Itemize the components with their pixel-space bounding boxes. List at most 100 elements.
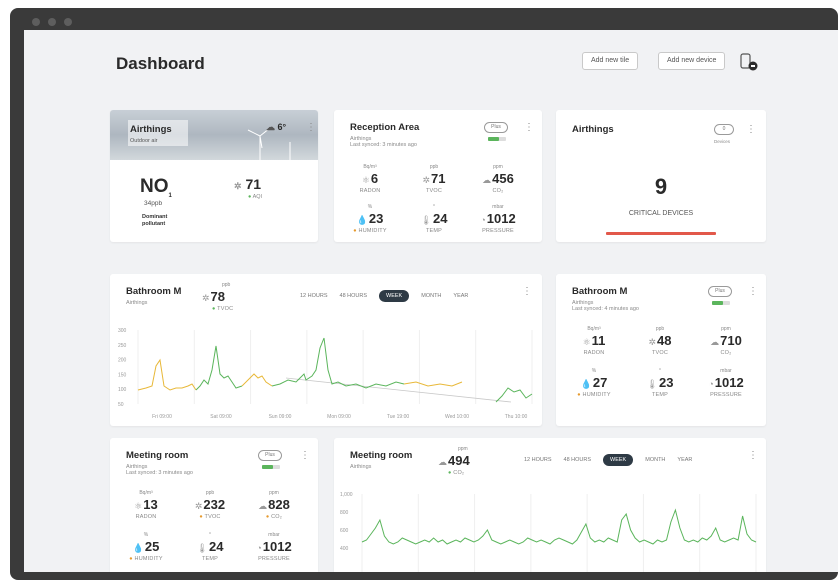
tab-48-hours[interactable]: 48 HOURS bbox=[340, 293, 368, 299]
meeting-chart-card[interactable]: Meeting room Airthings ppm ☁494 ● CO₂ 12… bbox=[334, 438, 766, 572]
close-dot-icon[interactable] bbox=[32, 18, 40, 26]
sensor-humidity-metric: % 💧25 ● HUMIDITY bbox=[118, 532, 174, 562]
metric-value: 25 bbox=[144, 539, 160, 554]
pollutant-value: 34ppb bbox=[144, 200, 163, 207]
bathroom-sensor-card[interactable]: Bathroom M Airthings Last synced: 4 minu… bbox=[556, 274, 766, 426]
metric-unit: Bq/m³ bbox=[587, 326, 601, 332]
y-tick-label: 800 bbox=[340, 510, 349, 516]
tab-12-hours[interactable]: 12 HOURS bbox=[524, 457, 552, 463]
meeting-room-card[interactable]: Meeting room Airthings Last synced: 3 mi… bbox=[110, 438, 318, 572]
x-tick-label: Wed 10:00 bbox=[445, 414, 469, 420]
tab-week[interactable]: WEEK bbox=[379, 290, 410, 302]
tvoc-icon: ✲ bbox=[194, 501, 203, 511]
x-tick-label: Tue 19:00 bbox=[387, 414, 410, 420]
radon-icon: ⚛ bbox=[361, 175, 370, 185]
sensor-pressure-metric: mbar ◔1012 PRESSURE bbox=[246, 532, 302, 562]
tab-48-hours[interactable]: 48 HOURS bbox=[564, 457, 592, 463]
metric-value: 78 bbox=[210, 289, 226, 304]
aqi-icon: ✲ bbox=[234, 181, 242, 191]
tab-year[interactable]: YEAR bbox=[453, 293, 468, 299]
tab-week[interactable]: WEEK bbox=[603, 454, 634, 466]
y-tick-label: 200 bbox=[118, 358, 127, 364]
metric-label: CO₂ bbox=[453, 470, 465, 476]
bathroom-plan-pill: Plus bbox=[708, 286, 732, 297]
y-tick-label: 1,000 bbox=[340, 492, 353, 498]
co-icon: ☁ bbox=[710, 337, 720, 347]
radon-icon: ⚛ bbox=[134, 501, 143, 511]
tab-12-hours[interactable]: 12 HOURS bbox=[300, 293, 328, 299]
metric-value: 456 bbox=[492, 171, 514, 186]
user-settings-icon[interactable] bbox=[740, 52, 758, 72]
tvoc-series-green-2 bbox=[271, 337, 405, 389]
y-tick-label: 400 bbox=[340, 546, 349, 552]
sensor-temp-metric: ° 🌡24 TEMP bbox=[182, 532, 238, 562]
meeting-chart-menu-icon[interactable]: ⋮ bbox=[748, 450, 758, 461]
tab-year[interactable]: YEAR bbox=[677, 457, 692, 463]
meeting-time-tabs: 12 HOURS 48 HOURS WEEK MONTH YEAR bbox=[524, 454, 692, 466]
x-tick-label: Sat 09:00 bbox=[210, 414, 232, 420]
meeting-card-menu-icon[interactable]: ⋮ bbox=[300, 450, 310, 461]
reception-menu-icon[interactable]: ⋮ bbox=[524, 122, 534, 133]
add-device-button[interactable]: Add new device bbox=[658, 52, 726, 70]
sensor-co-metric: ppm ☁828 ● CO₂ bbox=[246, 490, 302, 520]
meeting-card-title: Meeting room bbox=[126, 450, 189, 461]
metric-unit: ° bbox=[433, 204, 435, 210]
device-count-label: Devices bbox=[714, 139, 731, 144]
bathroom-chart-card[interactable]: Bathroom M Airthings ppb ✲78 ● TVOC 12 H… bbox=[110, 274, 542, 426]
meeting-plan-pill: Plus bbox=[258, 450, 282, 461]
metric-label: TVOC bbox=[651, 350, 669, 356]
metric-unit: % bbox=[591, 368, 597, 374]
reception-area-card[interactable]: Reception Area Airthings Last synced: 3 … bbox=[334, 110, 542, 242]
metric-label: RADON bbox=[135, 514, 157, 520]
metric-label: ● CO₂ bbox=[265, 514, 283, 520]
metric-label: PRESSURE bbox=[710, 392, 742, 398]
maximize-dot-icon[interactable] bbox=[64, 18, 72, 26]
metric-unit: ppm bbox=[493, 164, 503, 170]
add-tile-button[interactable]: Add new tile bbox=[582, 52, 639, 70]
bathroom-chart-menu-icon[interactable]: ⋮ bbox=[522, 286, 532, 297]
metric-unit: ppb bbox=[205, 490, 215, 496]
tab-month[interactable]: MONTH bbox=[421, 293, 441, 299]
critical-devices-card[interactable]: Airthings 0 Devices ⋮ 9 CRITICAL DEVICES bbox=[556, 110, 766, 242]
bathroom-chart-device: Airthings bbox=[126, 300, 148, 306]
temp-icon: 🌡 bbox=[420, 215, 432, 225]
outdoor-temp: 6° bbox=[277, 122, 287, 132]
x-tick-label: Thu 10:00 bbox=[505, 414, 528, 420]
warning-dot: ● bbox=[199, 514, 205, 520]
sensor-tvoc-metric: ppb ✲48 TVOC bbox=[632, 326, 688, 356]
co2-icon: ☁ bbox=[438, 457, 447, 467]
sensor-radon-metric: Bq/m³ ⚛11 RADON bbox=[566, 326, 622, 356]
metric-label: PRESSURE bbox=[482, 228, 514, 234]
tab-month[interactable]: MONTH bbox=[645, 457, 665, 463]
critical-menu-icon[interactable]: ⋮ bbox=[746, 124, 756, 135]
outdoor-title: Airthings bbox=[130, 124, 172, 135]
metric-value: 494 bbox=[448, 453, 470, 468]
metric-unit: ppb bbox=[222, 282, 231, 288]
metric-value: 1012 bbox=[486, 211, 516, 226]
outdoor-menu-icon[interactable]: ⋮ bbox=[306, 122, 316, 133]
meeting-chart-device: Airthings bbox=[350, 464, 372, 470]
metric-unit: mbar bbox=[720, 368, 732, 374]
dominant-line-1: Dominant bbox=[142, 214, 168, 220]
tvoc-series-yellow-3 bbox=[403, 381, 463, 387]
meeting-co2-chart: 1,000 800 600 400 bbox=[340, 492, 757, 572]
tvoc-series-green-1 bbox=[195, 345, 243, 391]
metric-status-dot: ● bbox=[212, 306, 216, 312]
co-icon: ☁ bbox=[482, 175, 492, 185]
pollutant-name: NO1 bbox=[140, 176, 172, 199]
minimize-dot-icon[interactable] bbox=[48, 18, 56, 26]
dashboard-screen: Dashboard Add new tile Add new device Ai… bbox=[24, 30, 838, 572]
reception-synced: Last synced: 3 minutes ago bbox=[350, 142, 417, 148]
critical-status-bar bbox=[606, 232, 716, 235]
reception-plan-pill: Plus bbox=[484, 122, 508, 133]
outdoor-air-card[interactable]: Airthings Outdoor air ☁ 6° ⋮ NO1 34ppb D… bbox=[110, 110, 318, 242]
bathroom-chart-title: Bathroom M bbox=[126, 286, 182, 297]
metric-label: CO₂ bbox=[492, 188, 504, 194]
bathroom-card-menu-icon[interactable]: ⋮ bbox=[748, 286, 758, 297]
metric-label: ● TVOC bbox=[199, 514, 221, 520]
meeting-card-synced: Last synced: 3 minutes ago bbox=[126, 470, 193, 476]
aqi-wrap: ✲ 71 bbox=[234, 176, 261, 192]
sensor-tvoc-metric: ppb ✲71 TVOC bbox=[406, 164, 462, 194]
bathroom-chart-metric: ppb ✲78 ● TVOC bbox=[202, 282, 242, 312]
metric-label: TEMP bbox=[201, 556, 219, 562]
